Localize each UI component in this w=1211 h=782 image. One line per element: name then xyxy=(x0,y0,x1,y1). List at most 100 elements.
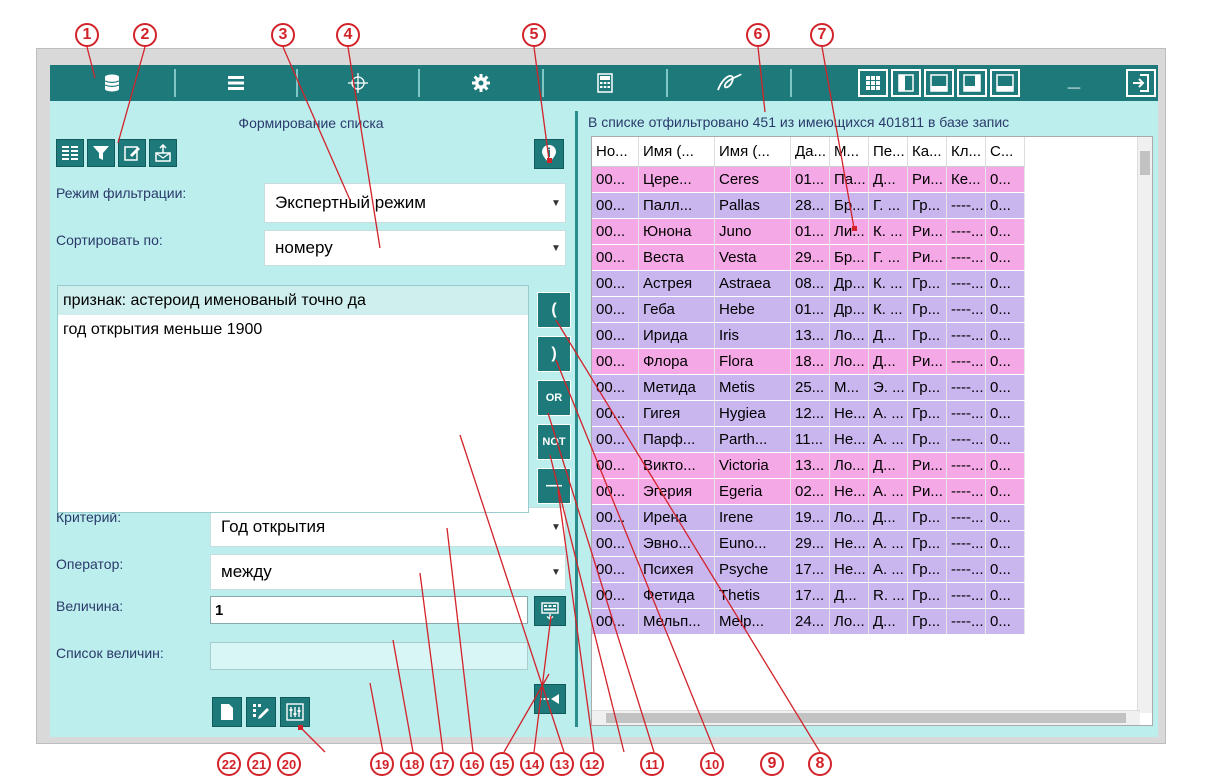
callout-12: 12 xyxy=(580,752,604,776)
columns-icon xyxy=(62,146,78,160)
column-header[interactable]: Кл... xyxy=(946,137,986,167)
table-cell: 01... xyxy=(790,218,830,245)
column-header[interactable]: Пе... xyxy=(868,137,908,167)
column-header[interactable]: Да... xyxy=(790,137,830,167)
column-header[interactable]: М... xyxy=(829,137,869,167)
chevron-down-icon: ▼ xyxy=(551,566,561,578)
filter-button[interactable] xyxy=(87,139,115,167)
calculator-button[interactable] xyxy=(544,65,666,101)
list-item[interactable]: признак: астероид именованый точно да xyxy=(58,286,528,315)
table-cell: ----... xyxy=(946,374,986,401)
table-row[interactable]: 00... Гигея Hygiea 12... Не... А. ... Гр... ---… xyxy=(592,400,1025,427)
table-row[interactable]: 00... Психея Psyche 17... Не... А. ... Гр... --… xyxy=(592,556,1025,583)
table-row[interactable]: 00... Геба Hebe 01... Др... К. ... Гр... ----..… xyxy=(592,296,1025,323)
table-cell: А. ... xyxy=(868,478,908,505)
criterion-select[interactable]: Год открытия ▼ xyxy=(210,507,566,547)
list-item[interactable]: год открытия меньше 1900 xyxy=(58,315,528,344)
grid-view-button[interactable] xyxy=(858,69,888,97)
table-row[interactable]: 00... Палл... Pallas 28... Бр... Г. ... Гр... -… xyxy=(592,192,1025,219)
not-button[interactable]: NOT xyxy=(537,424,571,460)
table-row[interactable]: 00... Викто... Victoria 13... Ло... Д... Ри...… xyxy=(592,452,1025,479)
minimize-button[interactable]: _ xyxy=(1058,65,1090,101)
table-cell: Hygiea xyxy=(714,400,791,427)
column-header[interactable]: Имя (... xyxy=(714,137,791,167)
exit-button[interactable] xyxy=(1126,69,1156,97)
column-header[interactable]: С... xyxy=(985,137,1025,167)
table-row[interactable]: 00... Парф... Parth... 11... Не... А. ... Гр..… xyxy=(592,426,1025,453)
new-button[interactable] xyxy=(212,697,242,727)
column-header[interactable]: Ка... xyxy=(907,137,947,167)
table-row[interactable]: 00... Веста Vesta 29... Бр... Г. ... Ри... ----… xyxy=(592,244,1025,271)
grid-view-icon xyxy=(866,76,880,90)
target-icon xyxy=(348,73,368,93)
list-button[interactable] xyxy=(176,65,296,101)
table-row[interactable]: 00... Фетида Thetis 17... Д... R. ... Гр... ---… xyxy=(592,582,1025,609)
sort-value: номеру xyxy=(275,238,333,257)
table-row[interactable]: 00... Юнона Juno 01... Ли... К. ... Ри... ----.… xyxy=(592,218,1025,245)
vertical-scrollbar[interactable] xyxy=(1137,137,1152,713)
table-cell: Не... xyxy=(829,400,869,427)
callout-1: 1 xyxy=(75,23,99,47)
horizontal-scrollbar[interactable] xyxy=(592,710,1140,725)
bottom-right-panel-view-button[interactable] xyxy=(957,69,987,97)
table-row[interactable]: 00... Эгерия Egeria 02... Не... А. ... Ри... --… xyxy=(592,478,1025,505)
edit-list-button[interactable] xyxy=(118,139,146,167)
remove-button[interactable]: — xyxy=(537,468,571,504)
panel-splitter[interactable] xyxy=(572,101,580,737)
export-button[interactable] xyxy=(149,139,177,167)
table-cell: Мельп... xyxy=(638,608,715,635)
columns-button[interactable] xyxy=(56,139,84,167)
signature-button[interactable] xyxy=(668,65,790,101)
table-row[interactable]: 00... Ирена Irene 19... Ло... Д... Гр... ----..… xyxy=(592,504,1025,531)
or-button[interactable]: OR xyxy=(537,380,571,416)
edit-criterion-button[interactable] xyxy=(246,697,276,727)
criteria-list[interactable]: признак: астероид именованый точно да го… xyxy=(57,285,529,513)
table-cell: 0... xyxy=(985,166,1025,193)
new-document-icon xyxy=(221,704,233,720)
open-paren-button[interactable]: ( xyxy=(537,292,571,328)
settings-button[interactable] xyxy=(420,65,542,101)
table-row[interactable]: 00... Метида Metis 25... М... Э. ... Гр... ----… xyxy=(592,374,1025,401)
table-row[interactable]: 00... Цере... Ceres 01... Па... Д... Ри... Ке..… xyxy=(592,166,1025,193)
results-grid[interactable]: Но... Имя (... Имя (... Да... М... Пе...… xyxy=(591,136,1153,726)
table-cell: Др... xyxy=(829,270,869,297)
table-cell: 28... xyxy=(790,192,830,219)
database-icon xyxy=(104,74,120,92)
target-button[interactable] xyxy=(298,65,418,101)
table-cell: Фетида xyxy=(638,582,715,609)
callout-4: 4 xyxy=(336,23,360,47)
operator-label: Оператор: xyxy=(56,556,124,572)
table-row[interactable]: 00... Мельп... Melp... 24... Ло... Д... Гр... -… xyxy=(592,608,1025,635)
database-button[interactable] xyxy=(50,65,174,101)
filter-mode-select[interactable]: Экспертный режим ▼ xyxy=(264,183,566,223)
close-paren-button[interactable]: ) xyxy=(537,336,571,372)
callout-3: 3 xyxy=(271,23,295,47)
insert-icon xyxy=(540,694,559,704)
settings-criterion-button[interactable] xyxy=(280,697,310,727)
chevron-down-icon: ▼ xyxy=(551,521,561,533)
add-value-button[interactable] xyxy=(534,684,566,714)
apply-value-button[interactable] xyxy=(534,596,566,626)
sort-select[interactable]: номеру ▼ xyxy=(264,230,566,266)
callout-20: 20 xyxy=(277,752,301,776)
table-cell: 00... xyxy=(592,270,639,297)
table-cell: Э. ... xyxy=(868,374,908,401)
table-cell: Гр... xyxy=(907,504,947,531)
table-cell: А. ... xyxy=(868,530,908,557)
column-header[interactable]: Имя (... xyxy=(638,137,715,167)
operator-select[interactable]: между ▼ xyxy=(210,554,566,590)
callout-19: 19 xyxy=(370,752,394,776)
values-list-input[interactable] xyxy=(210,642,528,670)
left-panel-view-button[interactable] xyxy=(891,69,921,97)
table-row[interactable]: 00... Эвно... Euno... 29... Не... А. ... Гр...… xyxy=(592,530,1025,557)
value-input[interactable]: 1 xyxy=(210,596,528,624)
table-row[interactable]: 00... Астрея Astraea 08... Др... К. ... Гр... -… xyxy=(592,270,1025,297)
column-header[interactable]: Но... xyxy=(592,137,639,167)
table-row[interactable]: 00... Флора Flora 18... Ло... Д... Ри... ----..… xyxy=(592,348,1025,375)
info-button[interactable] xyxy=(534,139,564,169)
table-row[interactable]: 00... Ирида Iris 13... Ло... Д... Гр... ----...… xyxy=(592,322,1025,349)
table-cell: Бр... xyxy=(829,192,869,219)
bottom-panel-view-button[interactable] xyxy=(924,69,954,97)
table-cell: 0... xyxy=(985,452,1025,479)
bottom-left-panel-view-button[interactable] xyxy=(990,69,1020,97)
